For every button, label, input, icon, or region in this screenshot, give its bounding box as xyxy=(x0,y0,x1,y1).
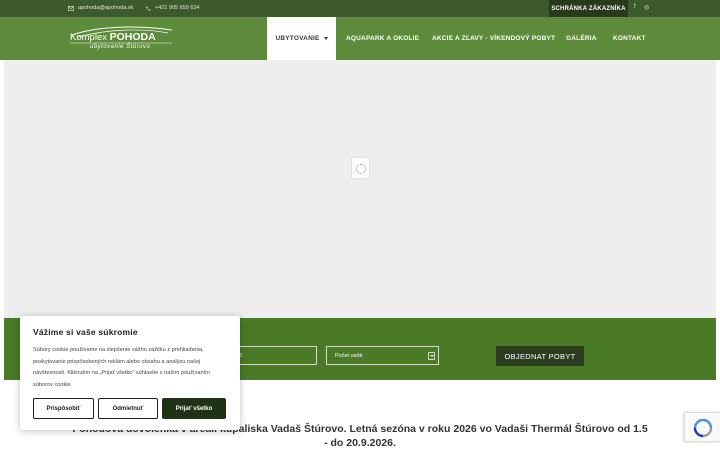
nav-item-label: UBYTOVANIE xyxy=(275,35,320,42)
nav-item-kontakt[interactable]: KONTAKT xyxy=(613,17,646,60)
recaptcha-icon xyxy=(693,418,713,438)
nav-item-ubytovanie[interactable]: UBYTOVANIE xyxy=(267,17,336,60)
recaptcha-badge[interactable] xyxy=(684,412,720,442)
nav-item-galeria[interactable]: GALÉRIA xyxy=(566,17,597,60)
logo-name: Komplex POHODA xyxy=(70,31,156,43)
logo-prefix: Komplex xyxy=(70,32,110,43)
site-logo[interactable]: Komplex POHODA ubytovanie Štúrovo xyxy=(68,23,174,55)
cookie-text: Súbory cookie používame na zlepšenie váš… xyxy=(33,347,210,388)
nav-item-label: GALÉRIA xyxy=(566,35,597,42)
email-text: apohoda@apohoda.sk xyxy=(78,5,134,11)
cookie-accept-button[interactable]: Prijať všetko xyxy=(162,398,226,419)
logo-main: POHODA xyxy=(109,31,156,43)
cookie-title: Vážime si vaše súkromie xyxy=(33,327,138,337)
nav-item-aquapark[interactable]: AQUAPARK A OKOLIE xyxy=(346,17,419,60)
top-bar: apohoda@apohoda.sk +421 905 659 634 SCHR… xyxy=(0,0,720,17)
cookie-reject-button[interactable]: Odmietnuť xyxy=(98,398,158,419)
loading-spinner-icon xyxy=(352,158,369,178)
envelope-icon xyxy=(68,5,74,11)
facebook-icon[interactable]: f xyxy=(634,4,636,10)
phone-text: +421 905 659 634 xyxy=(155,5,200,11)
phone-icon xyxy=(146,5,151,11)
phone-link[interactable]: +421 905 659 634 xyxy=(146,5,200,11)
email-link[interactable]: apohoda@apohoda.sk xyxy=(68,5,133,11)
cookie-consent-banner: Vážime si vaše súkromie Súbory cookie po… xyxy=(20,316,240,430)
customer-portal-button[interactable]: SCHRÁNKA ZÁKAZNÍKA xyxy=(549,0,628,17)
nav-item-label: KONTAKT xyxy=(613,35,646,42)
nav-item-label: AKCIE A ZĽAVY - VÍKENDOVÝ POBYT xyxy=(432,35,556,42)
guests-select[interactable]: Počet osôb xyxy=(326,346,439,365)
instagram-icon[interactable]: ◎ xyxy=(644,4,649,11)
nav-item-label: AQUAPARK A OKOLIE xyxy=(346,35,420,42)
hero-slider xyxy=(4,60,716,318)
logo-tagline: ubytovanie Štúrovo xyxy=(90,44,151,50)
cookie-customize-button[interactable]: Prispôsobiť xyxy=(33,398,94,419)
guests-placeholder: Počet osôb xyxy=(335,352,363,359)
order-stay-button[interactable]: OBJEDNAT POBYT xyxy=(496,346,584,366)
nav-item-akcie[interactable]: AKCIE A ZĽAVY - VÍKENDOVÝ POBYT xyxy=(432,17,555,60)
select-arrow-icon xyxy=(428,352,435,360)
main-navigation: Komplex POHODA ubytovanie Štúrovo UBYTOV… xyxy=(0,17,720,60)
caret-down-icon xyxy=(323,37,328,40)
